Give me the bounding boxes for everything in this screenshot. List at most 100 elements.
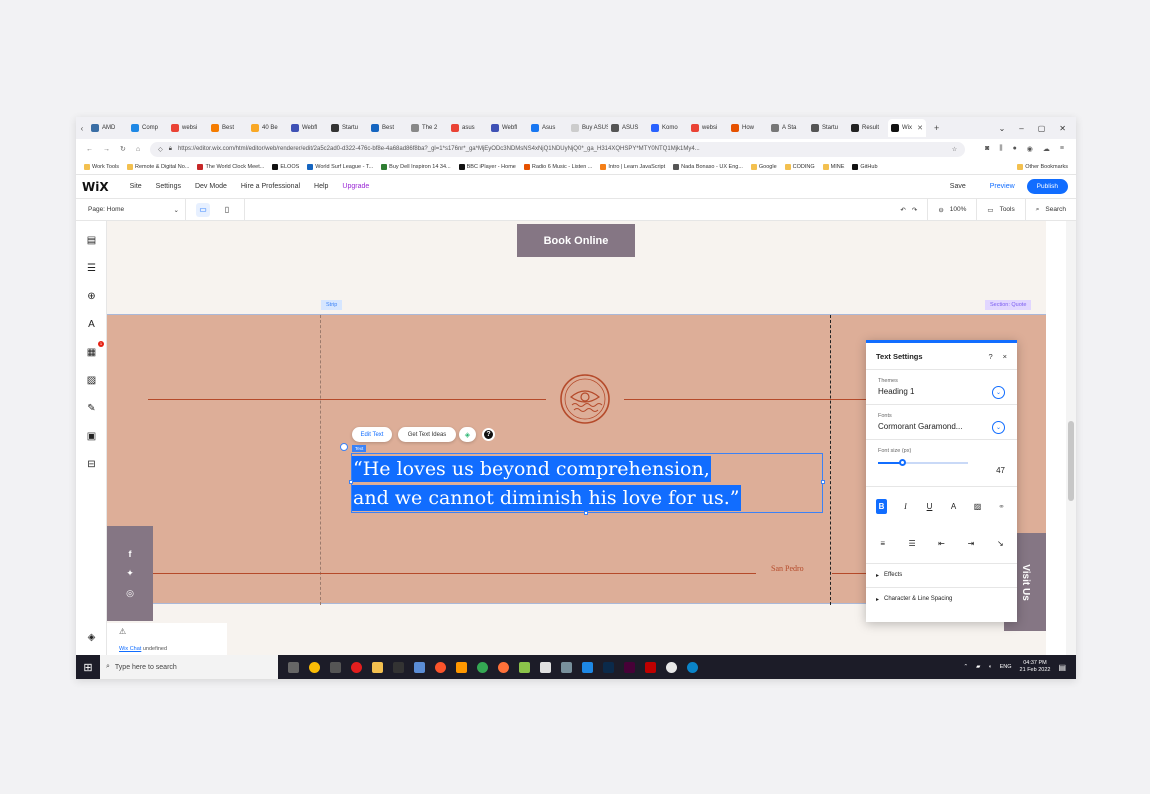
- resize-handle-bottom[interactable]: [584, 511, 588, 515]
- mobile-icon[interactable]: ▯: [220, 203, 234, 217]
- store-icon[interactable]: [561, 661, 572, 673]
- bullet-list-icon[interactable]: ☰: [905, 536, 918, 551]
- sublime-icon[interactable]: [456, 661, 467, 673]
- panel-help-icon[interactable]: ?: [988, 352, 992, 361]
- photos-icon[interactable]: [414, 661, 425, 673]
- slack-icon[interactable]: [666, 661, 677, 673]
- themes-dropdown[interactable]: Themes Heading 1 ⌄: [866, 370, 1017, 405]
- indent-increase-icon[interactable]: ⇥: [964, 536, 977, 551]
- bookmark-item[interactable]: Work Tools: [84, 163, 119, 170]
- browser-tab[interactable]: A Sta: [768, 119, 808, 137]
- panel-close-icon[interactable]: ×: [1003, 352, 1007, 361]
- bold-button[interactable]: B: [876, 499, 887, 514]
- edge-icon[interactable]: [687, 661, 698, 673]
- bookmark-item[interactable]: BBC iPlayer - Home: [458, 163, 516, 170]
- section-label[interactable]: Section: Quote: [985, 300, 1032, 310]
- highlight-icon[interactable]: ▨: [972, 499, 983, 514]
- opera-icon[interactable]: [351, 661, 362, 673]
- location-text[interactable]: San Pedro: [771, 564, 804, 573]
- wix-logo[interactable]: WiX: [76, 180, 123, 194]
- pocket-icon[interactable]: ◙: [985, 145, 989, 153]
- cloud-icon[interactable]: ☁: [1043, 145, 1050, 153]
- indent-decrease-icon[interactable]: ⇤: [935, 536, 948, 551]
- strip-label[interactable]: Strip: [321, 300, 343, 310]
- text-direction-icon[interactable]: ↘: [994, 536, 1007, 551]
- bookmark-item[interactable]: Intro | Learn JavaScript: [600, 163, 665, 170]
- browser-tab[interactable]: Webfl: [488, 119, 528, 137]
- bookmark-item[interactable]: Radio 6 Music - Listen ...: [523, 163, 592, 170]
- photoshop-icon[interactable]: [603, 661, 614, 673]
- save-button[interactable]: Save: [938, 183, 978, 190]
- canvas-scrollbar[interactable]: [1066, 221, 1076, 655]
- firefox-icon[interactable]: [498, 661, 509, 673]
- book-online-button[interactable]: Book Online: [517, 224, 635, 257]
- task-view-icon[interactable]: [288, 661, 299, 673]
- browser-tab[interactable]: How: [728, 119, 768, 137]
- close-window-button[interactable]: ✕: [1059, 124, 1066, 133]
- maximize-button[interactable]: ▢: [1038, 124, 1046, 133]
- bookmark-item[interactable]: GitHub: [852, 163, 878, 170]
- italic-button[interactable]: I: [900, 499, 911, 514]
- chevron-down-icon[interactable]: ⌄: [992, 386, 1005, 399]
- forward-icon[interactable]: →: [103, 146, 110, 153]
- terminal-icon[interactable]: [393, 661, 404, 673]
- search-button[interactable]: ⌕ Search: [1024, 198, 1076, 221]
- browser-tab[interactable]: Startu: [808, 119, 848, 137]
- bookmark-item[interactable]: Google: [750, 163, 777, 170]
- brave-icon[interactable]: [435, 661, 446, 673]
- publish-button[interactable]: Publish: [1026, 179, 1068, 194]
- bookmark-item[interactable]: Nada Bonaso - UX Eng...: [673, 163, 743, 170]
- browser-tab[interactable]: The 2: [408, 119, 448, 137]
- wix-menu-item[interactable]: Dev Mode: [188, 183, 234, 190]
- effects-section[interactable]: ▸ Effects: [866, 564, 1017, 588]
- tab-list-icon[interactable]: ⌄: [999, 124, 1006, 133]
- facebook-icon[interactable]: f: [129, 549, 132, 559]
- bookmark-item[interactable]: Buy Dell Inspiron 14 34...: [381, 163, 451, 170]
- notifications-icon[interactable]: ▤: [1058, 663, 1066, 672]
- back-icon[interactable]: ←: [86, 146, 93, 153]
- scrollbar-thumb[interactable]: [1068, 421, 1074, 501]
- apps-icon[interactable]: ▦: [85, 346, 98, 359]
- home-icon[interactable]: ⌂: [136, 146, 140, 153]
- font-size-value[interactable]: 47: [996, 466, 1005, 475]
- extension-icon[interactable]: ◉: [1027, 145, 1033, 153]
- quote-line-1[interactable]: “He loves us beyond comprehension,: [352, 456, 711, 482]
- language-indicator[interactable]: ENG: [1000, 664, 1012, 670]
- browser-tab[interactable]: websi: [688, 119, 728, 137]
- browser-tab[interactable]: Buy ASUS: [568, 119, 608, 137]
- windows-start-icon[interactable]: ⊞: [76, 655, 100, 679]
- url-field[interactable]: ◇ 🔒︎ https://editor.wix.com/html/editor/…: [150, 141, 966, 157]
- new-tab-button[interactable]: +: [926, 123, 947, 133]
- browser-tab[interactable]: Best: [208, 119, 248, 137]
- other-bookmarks[interactable]: Other Bookmarks: [1017, 163, 1068, 170]
- page-selector[interactable]: Page: Home ⌄: [76, 198, 186, 221]
- fonts-dropdown[interactable]: Fonts Cormorant Garamond... ⌄: [866, 405, 1017, 440]
- browser-tab[interactable]: 40 Be: [248, 119, 288, 137]
- text-color-icon[interactable]: A: [948, 499, 959, 514]
- slider-knob[interactable]: [899, 459, 907, 466]
- resize-handle-right[interactable]: [821, 480, 825, 484]
- theme-icon[interactable]: A: [85, 318, 98, 331]
- reload-icon[interactable]: ↻: [120, 145, 126, 153]
- edit-text-button[interactable]: Edit Text: [352, 427, 392, 442]
- menu-icon[interactable]: ≡: [1060, 145, 1064, 153]
- underline-button[interactable]: U: [924, 499, 935, 514]
- paint-icon[interactable]: [540, 661, 551, 673]
- filezilla-icon[interactable]: [645, 661, 656, 673]
- chrome-icon[interactable]: [309, 661, 320, 673]
- clock[interactable]: 04:37 PM 21 Feb 2022: [1020, 660, 1051, 674]
- taskbar-search[interactable]: ⌕ Type here to search: [100, 655, 278, 679]
- network-icon[interactable]: ▰: [976, 664, 980, 670]
- bookmark-item[interactable]: CODING: [784, 163, 815, 170]
- account-icon[interactable]: ●: [1013, 145, 1017, 153]
- animation-icon[interactable]: ◈: [459, 427, 476, 442]
- upgrade-link[interactable]: Upgrade: [335, 183, 376, 190]
- add-icon[interactable]: ⊕: [85, 290, 98, 303]
- close-tab-icon[interactable]: ✕: [917, 124, 923, 132]
- volume-icon[interactable]: ◖: [988, 664, 991, 670]
- bookmark-item[interactable]: MINE: [822, 163, 844, 170]
- quote-line-2[interactable]: and we cannot diminish his love for us.”: [352, 485, 741, 511]
- tab-scroll-left-icon[interactable]: ‹: [76, 124, 88, 133]
- bookmark-star-icon[interactable]: ☆: [952, 146, 957, 153]
- bookings-icon[interactable]: ▣: [85, 430, 98, 443]
